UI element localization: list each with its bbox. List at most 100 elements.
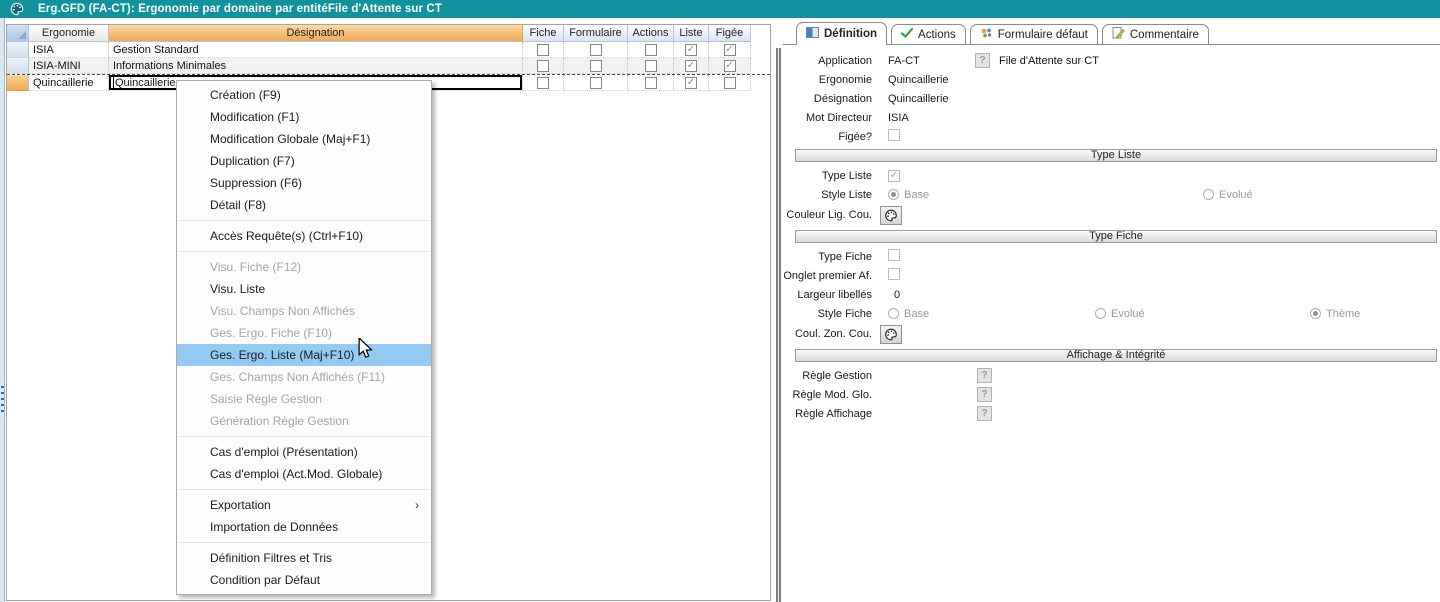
cell-formulaire[interactable] xyxy=(564,58,628,74)
type-liste-checkbox xyxy=(888,170,900,182)
menu-item-detail[interactable]: Détail (F8) xyxy=(177,194,431,216)
menu-item-acces-requetes[interactable]: Accès Requête(s) (Ctrl+F10) xyxy=(177,225,431,247)
menu-separator xyxy=(179,489,429,490)
largeur-libelles-value[interactable]: 0 xyxy=(894,289,900,301)
definition-icon xyxy=(806,27,819,41)
formulaire-checkbox[interactable] xyxy=(589,59,602,72)
cell-actions[interactable] xyxy=(628,58,674,74)
tab-formulaire-defaut[interactable]: Formulaire défaut xyxy=(969,24,1098,44)
menu-item-definition-filtres-tris[interactable]: Définition Filtres et Tris xyxy=(177,547,431,569)
liste-checkbox[interactable] xyxy=(685,59,697,72)
coul-zon-palette-button[interactable] xyxy=(880,324,902,344)
style-liste-label: Style Liste xyxy=(821,188,872,201)
regle-affichage-label: Règle Affichage xyxy=(795,407,872,420)
cell-formulaire[interactable] xyxy=(564,75,628,91)
menu-separator xyxy=(179,220,429,221)
cell-liste[interactable] xyxy=(674,58,709,74)
menu-item-suppression[interactable]: Suppression (F6) xyxy=(177,172,431,194)
style-liste-evolue-radio xyxy=(1203,189,1214,200)
regle-affichage-help-button[interactable]: ? xyxy=(977,406,992,421)
menu-item-visu-liste[interactable]: Visu. Liste xyxy=(177,278,431,300)
dock-strip xyxy=(0,18,5,602)
designation-label: Désignation xyxy=(813,92,872,105)
couleur-lig-label: Couleur Lig. Cou. xyxy=(786,209,872,221)
column-header-formulaire[interactable]: Formulaire xyxy=(564,25,628,42)
actions-checkbox[interactable] xyxy=(644,43,657,56)
row-selector[interactable] xyxy=(7,42,29,58)
panel-splitter[interactable] xyxy=(776,48,781,602)
menu-item-ges-ergo-liste[interactable]: Ges. Ergo. Liste (Maj+F10) xyxy=(177,344,431,366)
cell-liste[interactable] xyxy=(674,42,709,58)
cell-actions[interactable] xyxy=(628,75,674,91)
cell-ergonomie[interactable]: ISIA-MINI xyxy=(29,58,109,74)
menu-item-duplication[interactable]: Duplication (F7) xyxy=(177,150,431,172)
formulaire-checkbox[interactable] xyxy=(589,43,602,56)
regle-gestion-label: Règle Gestion xyxy=(802,369,872,382)
cell-ergonomie[interactable]: ISIA xyxy=(29,42,109,58)
mot-directeur-label: Mot Directeur xyxy=(805,111,872,124)
table-row[interactable]: ISIA-MINI Informations Minimales xyxy=(7,58,770,74)
cell-designation[interactable]: Gestion Standard xyxy=(109,42,523,58)
fiche-checkbox[interactable] xyxy=(537,59,549,72)
menu-item-ges-ergo-fiche: Ges. Ergo. Fiche (F10) xyxy=(210,326,333,340)
title-bar: Erg.GFD (FA-CT): Ergonomie par domaine p… xyxy=(0,0,1440,18)
column-header-liste[interactable]: Liste xyxy=(674,25,709,42)
cell-ergonomie[interactable]: Quincaillerie xyxy=(29,75,109,91)
cell-figee[interactable] xyxy=(709,75,751,91)
liste-checkbox[interactable] xyxy=(685,43,697,56)
couleur-lig-palette-button[interactable] xyxy=(880,205,902,225)
fiche-checkbox[interactable] xyxy=(537,76,549,89)
cell-fiche[interactable] xyxy=(523,75,564,91)
onglet-premier-checkbox[interactable] xyxy=(888,268,900,280)
cell-fiche[interactable] xyxy=(523,42,564,58)
row-selector[interactable] xyxy=(7,75,29,91)
column-header-fiche[interactable]: Fiche xyxy=(523,25,564,42)
fiche-checkbox[interactable] xyxy=(537,43,549,56)
figee-checkbox[interactable] xyxy=(723,59,736,72)
cell-formulaire[interactable] xyxy=(564,42,628,58)
column-header-ergonomie[interactable]: Ergonomie xyxy=(29,25,109,42)
figee-checkbox[interactable] xyxy=(723,43,736,56)
column-header-designation[interactable]: Désignation xyxy=(109,25,523,42)
cell-designation[interactable]: Informations Minimales xyxy=(109,58,523,74)
menu-item-exportation[interactable]: Exportation › xyxy=(177,494,431,516)
regle-gestion-help-button[interactable]: ? xyxy=(977,368,992,383)
table-row[interactable]: ISIA Gestion Standard xyxy=(7,42,770,58)
cell-fiche[interactable] xyxy=(523,58,564,74)
check-icon xyxy=(900,27,914,41)
regle-mod-glo-help-button[interactable]: ? xyxy=(977,387,992,402)
dock-grip-handle[interactable] xyxy=(1,386,4,412)
actions-checkbox[interactable] xyxy=(644,76,657,89)
tab-label: Commentaire xyxy=(1129,28,1199,41)
field-designation: Désignation Quincaillerie xyxy=(783,89,1440,108)
menu-item-cas-emploi-presentation[interactable]: Cas d'emploi (Présentation) xyxy=(177,441,431,463)
menu-item-condition-par-defaut[interactable]: Condition par Défaut xyxy=(177,569,431,591)
menu-item-modification[interactable]: Modification (F1) xyxy=(177,106,431,128)
coul-zon-label: Coul. Zon. Cou. xyxy=(794,328,872,340)
column-header-actions[interactable]: Actions xyxy=(628,25,674,42)
liste-checkbox[interactable] xyxy=(685,76,697,89)
menu-item-cas-emploi-act-mod[interactable]: Cas d'emploi (Act.Mod. Globale) xyxy=(177,463,431,485)
tab-actions[interactable]: Actions xyxy=(891,24,966,44)
figee-checkbox[interactable] xyxy=(888,129,900,141)
menu-item-creation[interactable]: Création (F9) xyxy=(177,84,431,106)
column-header-figee[interactable]: Figée xyxy=(709,25,751,42)
cell-figee[interactable] xyxy=(709,42,751,58)
cell-liste[interactable] xyxy=(674,75,709,91)
type-fiche-checkbox[interactable] xyxy=(888,249,900,261)
figee-checkbox[interactable] xyxy=(723,76,736,89)
application-help-button[interactable]: ? xyxy=(975,53,990,68)
cell-figee[interactable] xyxy=(709,58,751,74)
formulaire-checkbox[interactable] xyxy=(589,76,602,89)
select-all-corner[interactable] xyxy=(7,25,29,42)
largeur-libelles-label: Largeur libellés xyxy=(797,288,872,301)
menu-item-importation-donnees[interactable]: Importation de Données xyxy=(177,516,431,538)
actions-checkbox[interactable] xyxy=(644,59,657,72)
tab-commentaire[interactable]: Commentaire xyxy=(1101,24,1209,44)
field-onglet-premier: Onglet premier Af. xyxy=(783,266,1440,285)
row-selector[interactable] xyxy=(7,58,29,74)
cell-actions[interactable] xyxy=(628,42,674,58)
tab-definition[interactable]: Définition xyxy=(796,22,888,45)
designation-value: Quincaillerie xyxy=(888,92,949,105)
menu-item-modification-globale[interactable]: Modification Globale (Maj+F1) xyxy=(177,128,431,150)
